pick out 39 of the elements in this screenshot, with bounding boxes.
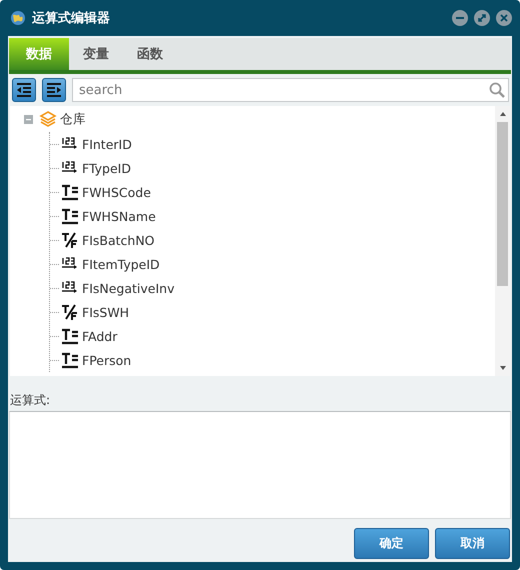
tree-item[interactable]: FAddr bbox=[82, 328, 118, 344]
tree-item[interactable]: FIsSWH bbox=[82, 304, 130, 320]
cancel-button[interactable]: 取消 bbox=[435, 528, 510, 559]
tree-item[interactable]: FTypeID bbox=[82, 160, 131, 176]
tree-item[interactable]: FWHSCode bbox=[82, 184, 151, 200]
window-title: 运算式编辑器 bbox=[32, 10, 110, 27]
tree-item[interactable]: FIsNegativeInv bbox=[82, 280, 174, 296]
close-button[interactable] bbox=[496, 10, 512, 26]
scroll-down-button[interactable] bbox=[498, 364, 506, 372]
boolean-field-icon bbox=[61, 231, 79, 249]
expand-button[interactable] bbox=[42, 78, 66, 102]
tab[interactable]: 函数 bbox=[123, 38, 177, 70]
boolean-field-icon bbox=[61, 303, 79, 321]
indent-icon bbox=[45, 81, 63, 99]
tree-item[interactable]: FPerson bbox=[82, 352, 132, 368]
minimize-button[interactable] bbox=[452, 10, 468, 26]
tree-item[interactable]: FItemTypeID bbox=[82, 256, 160, 272]
tree-item[interactable]: 仓库 bbox=[60, 110, 86, 128]
outdent-icon bbox=[15, 81, 33, 99]
text-field-icon bbox=[61, 183, 79, 201]
scrollbar[interactable] bbox=[495, 106, 510, 376]
collapse-toggle[interactable] bbox=[24, 114, 33, 124]
text-field-icon bbox=[61, 351, 79, 369]
search-icon bbox=[489, 82, 505, 98]
collapse-button[interactable] bbox=[12, 78, 36, 102]
search-field[interactable]: search bbox=[72, 78, 509, 102]
formula-input[interactable] bbox=[9, 411, 511, 519]
layers-icon bbox=[39, 110, 57, 128]
scroll-up-button[interactable] bbox=[498, 110, 506, 118]
tab[interactable]: 变量 bbox=[69, 38, 123, 70]
maximize-button[interactable] bbox=[474, 10, 490, 26]
tree-item[interactable]: FInterID bbox=[82, 136, 132, 152]
text-field-icon bbox=[61, 327, 79, 345]
text-field-icon bbox=[61, 207, 79, 225]
tree-item[interactable]: FIsBatchNO bbox=[82, 232, 155, 248]
ok-button[interactable]: 确定 bbox=[354, 528, 429, 559]
globe-icon bbox=[10, 10, 26, 26]
tree-item[interactable]: FWHSName bbox=[82, 208, 156, 224]
formula-label: 运算式: bbox=[10, 392, 52, 409]
